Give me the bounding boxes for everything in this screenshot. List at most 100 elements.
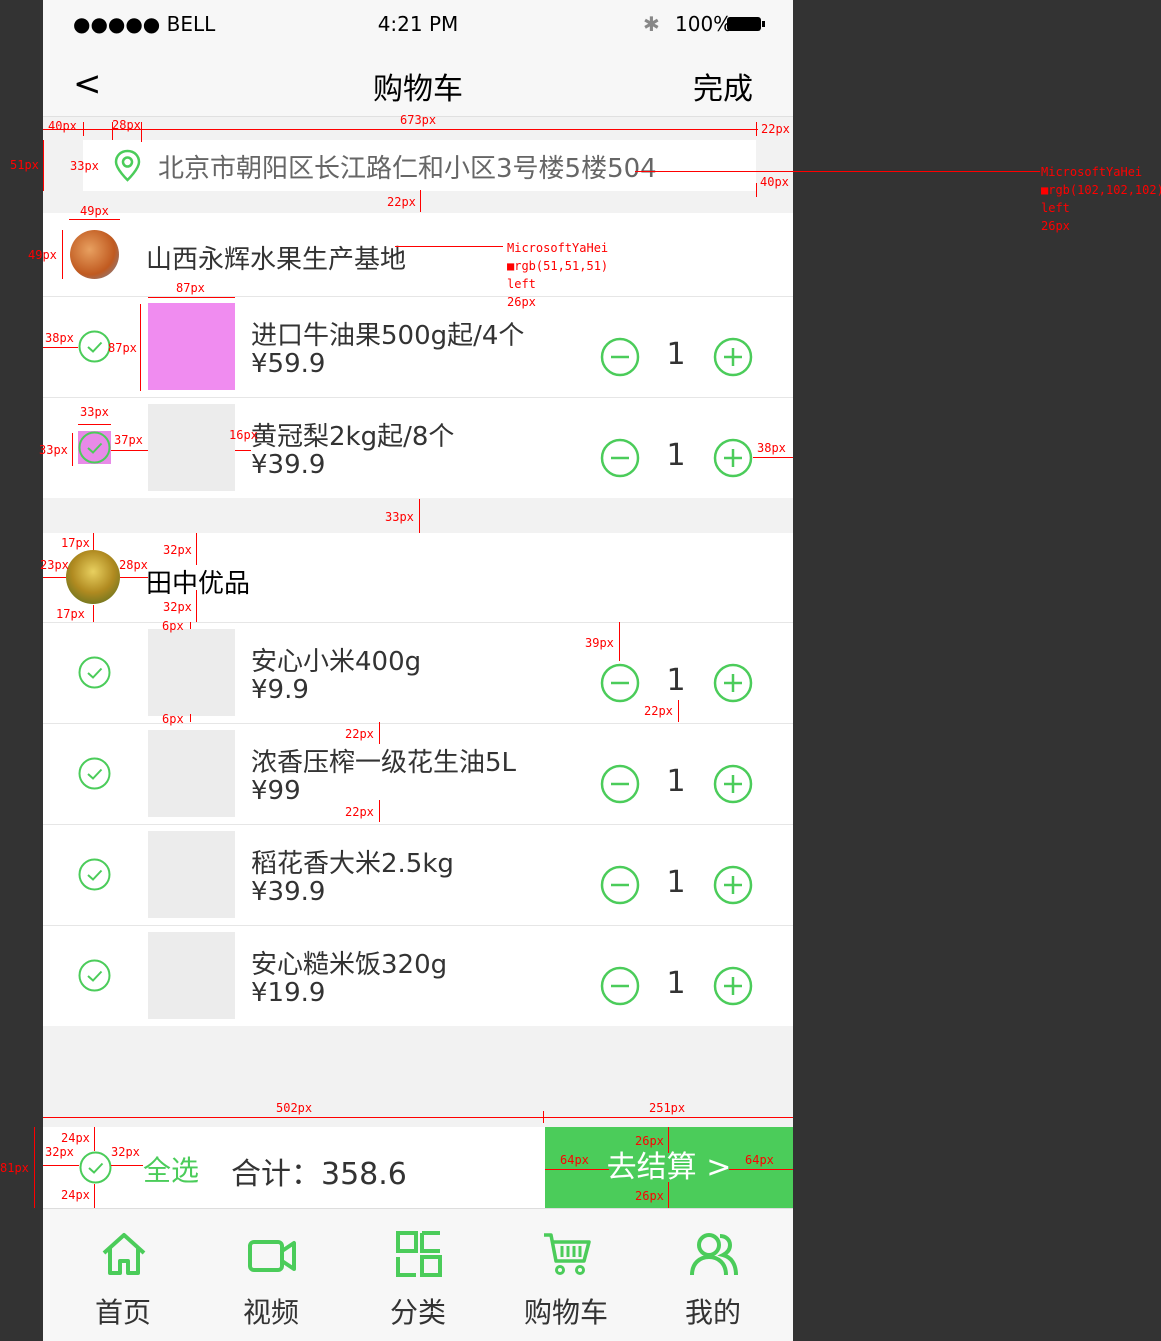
shop-name: 山西永辉水果生产基地 bbox=[146, 245, 407, 275]
annotation-line bbox=[668, 1127, 669, 1153]
product-image[interactable] bbox=[148, 831, 235, 918]
annotation-label: 6px bbox=[162, 712, 184, 726]
plus-icon[interactable] bbox=[713, 663, 753, 703]
annotation-label: 38px bbox=[45, 331, 74, 345]
minus-icon[interactable] bbox=[600, 337, 640, 377]
annotation-label: 49px bbox=[80, 204, 109, 218]
annotation-line bbox=[111, 1165, 143, 1166]
select-all-label[interactable]: 全选 bbox=[143, 1149, 199, 1189]
annotation-line bbox=[83, 122, 84, 136]
check-circle-icon[interactable] bbox=[78, 431, 111, 464]
annotation-line bbox=[94, 1127, 95, 1151]
annotation-line bbox=[190, 622, 191, 629]
product-name: 进口牛油果500g起/4个 bbox=[251, 321, 525, 351]
annotation-line bbox=[93, 533, 94, 550]
annotation-line bbox=[668, 1182, 669, 1208]
shop-avatar bbox=[70, 230, 119, 279]
annotation-label: 26px bbox=[635, 1189, 664, 1203]
annotation-line bbox=[93, 605, 94, 622]
annotation-line bbox=[756, 122, 757, 136]
product-image[interactable] bbox=[148, 404, 235, 491]
annotation-label: 40px bbox=[48, 119, 77, 133]
plus-icon[interactable] bbox=[713, 337, 753, 377]
annotation-label: 32px bbox=[45, 1145, 74, 1159]
category-icon bbox=[396, 1231, 442, 1277]
annotation-label: MicrosoftYaHei bbox=[1041, 165, 1143, 179]
annotation-label: 6px bbox=[162, 619, 184, 633]
shop-header[interactable]: 田中优品 bbox=[43, 533, 793, 623]
annotation-label: 28px bbox=[112, 118, 141, 132]
annotation-label: 22px bbox=[761, 122, 790, 136]
annotation-line bbox=[43, 577, 66, 578]
annotation-line bbox=[753, 457, 793, 458]
check-circle-icon[interactable] bbox=[78, 959, 111, 992]
plus-icon[interactable] bbox=[713, 764, 753, 804]
annotation-line bbox=[69, 219, 120, 220]
annotation-line bbox=[120, 577, 148, 578]
minus-icon[interactable] bbox=[600, 438, 640, 478]
cart-item: 安心糙米饭320g ¥19.9 1 bbox=[43, 926, 793, 1026]
annotation-label: 17px bbox=[61, 536, 90, 550]
annotation-label: ■rgb(51,51,51) bbox=[507, 259, 609, 273]
annotation-line bbox=[78, 424, 111, 425]
check-circle-icon[interactable] bbox=[78, 757, 111, 790]
plus-icon[interactable] bbox=[713, 865, 753, 905]
quantity-value: 1 bbox=[666, 663, 686, 698]
annotation-label: 22px bbox=[345, 805, 374, 819]
annotation-label: 87px bbox=[176, 281, 205, 295]
shop-header[interactable]: 山西永辉水果生产基地 bbox=[43, 213, 793, 297]
quantity-value: 1 bbox=[666, 438, 686, 473]
annotation-label: 87px bbox=[108, 341, 137, 355]
annotation-label: 673px bbox=[400, 113, 437, 127]
annotation-line bbox=[678, 700, 679, 722]
product-image[interactable] bbox=[148, 932, 235, 1019]
tab-category[interactable]: 分类 bbox=[343, 1209, 493, 1341]
checkout-button[interactable]: 去结算 > bbox=[545, 1127, 793, 1208]
minus-icon[interactable] bbox=[600, 865, 640, 905]
quantity-value: 1 bbox=[666, 764, 686, 799]
minus-icon[interactable] bbox=[600, 966, 640, 1006]
annotation-label: 51px bbox=[10, 158, 39, 172]
annotation-label: 22px bbox=[345, 727, 374, 741]
navigation-bar: < 购物车 完成 bbox=[43, 50, 793, 117]
tab-label: 首页 bbox=[94, 1296, 151, 1329]
annotation-label: 26px bbox=[635, 1134, 664, 1148]
plus-icon[interactable] bbox=[713, 966, 753, 1006]
annotation-line bbox=[545, 1169, 609, 1170]
annotation-line bbox=[43, 140, 44, 191]
annotation-label: 39px bbox=[585, 636, 614, 650]
delivery-address[interactable]: 北京市朝阳区长江路仁和小区3号楼5楼504 bbox=[83, 140, 756, 191]
cart-icon bbox=[544, 1233, 591, 1275]
product-image[interactable] bbox=[148, 629, 235, 716]
check-circle-icon[interactable] bbox=[78, 656, 111, 689]
product-price: ¥59.9 bbox=[251, 349, 326, 379]
annotation-line bbox=[94, 1184, 95, 1208]
check-circle-icon[interactable] bbox=[78, 330, 111, 363]
done-button[interactable]: 完成 bbox=[693, 64, 753, 108]
annotation-line bbox=[43, 1165, 79, 1166]
tab-label: 视频 bbox=[242, 1296, 299, 1329]
annotation-label: 22px bbox=[644, 704, 673, 718]
product-image[interactable] bbox=[148, 303, 235, 390]
product-image[interactable] bbox=[148, 730, 235, 817]
annotation-label: 37px bbox=[114, 433, 143, 447]
tab-home[interactable]: 首页 bbox=[48, 1209, 198, 1341]
annotation-line bbox=[235, 450, 251, 451]
annotation-label: 38px bbox=[757, 441, 786, 455]
product-name: 浓香压榨一级花生油5L bbox=[251, 748, 517, 778]
annotation-line bbox=[43, 347, 78, 348]
tab-cart[interactable]: 购物车 bbox=[491, 1209, 641, 1341]
minus-icon[interactable] bbox=[600, 663, 640, 703]
check-circle-icon[interactable] bbox=[78, 858, 111, 891]
product-name: 安心小米400g bbox=[251, 647, 422, 677]
shop-name: 田中优品 bbox=[146, 569, 251, 599]
plus-icon[interactable] bbox=[713, 438, 753, 478]
tab-video[interactable]: 视频 bbox=[196, 1209, 346, 1341]
annotation-line bbox=[190, 714, 191, 722]
tab-bar: 首页 视频 分类 购物车 我的 bbox=[43, 1208, 793, 1341]
tab-profile[interactable]: 我的 bbox=[638, 1209, 788, 1341]
cart-item: 黄冠梨2kg起/8个 ¥39.9 1 bbox=[43, 398, 793, 498]
user-icon bbox=[690, 1233, 738, 1276]
minus-icon[interactable] bbox=[600, 764, 640, 804]
select-all-check-icon[interactable] bbox=[79, 1151, 112, 1184]
